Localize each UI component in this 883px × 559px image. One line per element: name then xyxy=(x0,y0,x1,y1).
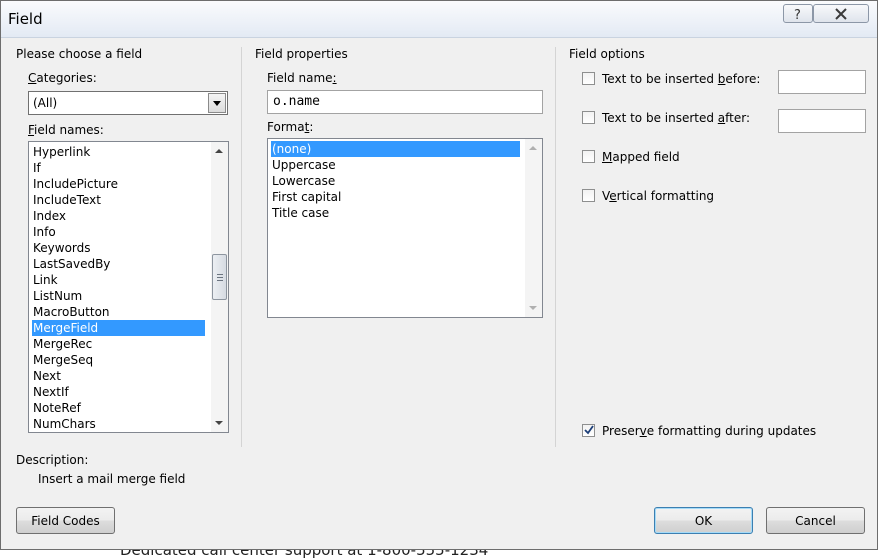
field-name-item[interactable]: If xyxy=(32,160,205,176)
text-before-input[interactable] xyxy=(778,70,866,94)
dialog-title: Field xyxy=(8,10,43,28)
text-before-label: Text to be inserted before: xyxy=(602,72,761,86)
help-icon: ? xyxy=(791,7,805,21)
field-name-item[interactable]: LastSavedBy xyxy=(32,256,205,272)
format-item[interactable]: Lowercase xyxy=(271,173,520,189)
field-name-item[interactable]: Hyperlink xyxy=(32,144,205,160)
preserve-formatting-checkbox[interactable] xyxy=(582,424,595,437)
field-name-label: Field name: xyxy=(267,71,337,85)
scroll-down-arrow-icon[interactable] xyxy=(529,306,537,310)
preserve-formatting-label: Preserve formatting during updates xyxy=(602,424,817,438)
field-names-label: Field names: xyxy=(28,123,104,137)
field-name-item[interactable]: MergeSeq xyxy=(32,352,205,368)
field-name-item[interactable]: MergeRec xyxy=(32,336,205,352)
text-before-checkbox[interactable] xyxy=(582,72,595,85)
format-item[interactable]: First capital xyxy=(271,189,520,205)
group-divider-left xyxy=(241,47,242,447)
group-divider-right xyxy=(555,47,556,447)
field-name-item[interactable]: Index xyxy=(32,208,205,224)
close-icon xyxy=(834,7,848,20)
field-name-item[interactable]: Link xyxy=(32,272,205,288)
title-bar: Field ? xyxy=(1,1,877,38)
scroll-up-arrow-icon[interactable] xyxy=(529,146,537,150)
format-list[interactable]: (none) Uppercase Lowercase First capital Tit… xyxy=(267,138,543,318)
field-name-item[interactable]: IncludePicture xyxy=(32,176,205,192)
field-dialog: Field ? Please choose a field Categories… xyxy=(0,0,878,550)
field-name-item[interactable]: NextIf xyxy=(32,384,205,400)
categories-value: (All) xyxy=(33,96,58,110)
field-name-input[interactable]: o.name xyxy=(267,90,543,114)
format-item[interactable]: (none) xyxy=(271,141,520,157)
description-label: Description: xyxy=(16,453,89,467)
field-name-item[interactable]: MergeField xyxy=(32,320,205,336)
field-names-list[interactable]: Hyperlink If IncludePicture IncludeText Inde… xyxy=(28,141,229,433)
help-button[interactable]: ? xyxy=(783,4,813,23)
check-icon xyxy=(584,425,594,435)
scroll-up-arrow-icon[interactable] xyxy=(215,149,223,153)
mapped-field-checkbox[interactable] xyxy=(582,150,595,163)
choose-field-group-title: Please choose a field xyxy=(16,47,143,61)
scroll-down-arrow-icon[interactable] xyxy=(215,421,223,425)
field-name-value: o.name xyxy=(273,94,320,109)
field-name-item[interactable]: NoteRef xyxy=(32,400,205,416)
text-after-input[interactable] xyxy=(778,109,866,133)
field-name-item[interactable]: MacroButton xyxy=(32,304,205,320)
text-after-label: Text to be inserted after: xyxy=(602,111,751,125)
field-name-item[interactable]: Info xyxy=(32,224,205,240)
chevron-down-icon[interactable] xyxy=(208,93,226,113)
svg-text:?: ? xyxy=(794,8,801,21)
field-name-item[interactable]: IncludeText xyxy=(32,192,205,208)
field-name-item[interactable]: NumChars xyxy=(32,416,205,432)
format-label: Format: xyxy=(267,120,314,134)
text-after-checkbox[interactable] xyxy=(582,111,595,124)
field-options-group-title: Field options xyxy=(569,47,645,61)
ok-button[interactable]: OK xyxy=(654,507,753,534)
field-codes-button[interactable]: Field Codes xyxy=(16,507,115,534)
categories-dropdown[interactable]: (All) xyxy=(28,91,228,115)
description-text: Insert a mail merge field xyxy=(38,472,186,486)
vertical-formatting-checkbox[interactable] xyxy=(582,189,595,202)
categories-label: Categories: xyxy=(28,71,97,85)
close-button[interactable] xyxy=(813,4,869,23)
mapped-field-label: Mapped field xyxy=(602,150,680,164)
format-item[interactable]: Title case xyxy=(271,205,520,221)
field-name-item[interactable]: Keywords xyxy=(32,240,205,256)
vertical-formatting-label: Vertical formatting xyxy=(602,189,715,203)
field-properties-group-title: Field properties xyxy=(255,47,348,61)
field-name-item[interactable]: Next xyxy=(32,368,205,384)
format-scrollbar[interactable] xyxy=(525,139,542,317)
cancel-button[interactable]: Cancel xyxy=(766,507,865,534)
scroll-thumb[interactable] xyxy=(212,254,227,300)
field-name-item[interactable]: ListNum xyxy=(32,288,205,304)
format-item[interactable]: Uppercase xyxy=(271,157,520,173)
field-names-scrollbar[interactable] xyxy=(211,142,228,432)
